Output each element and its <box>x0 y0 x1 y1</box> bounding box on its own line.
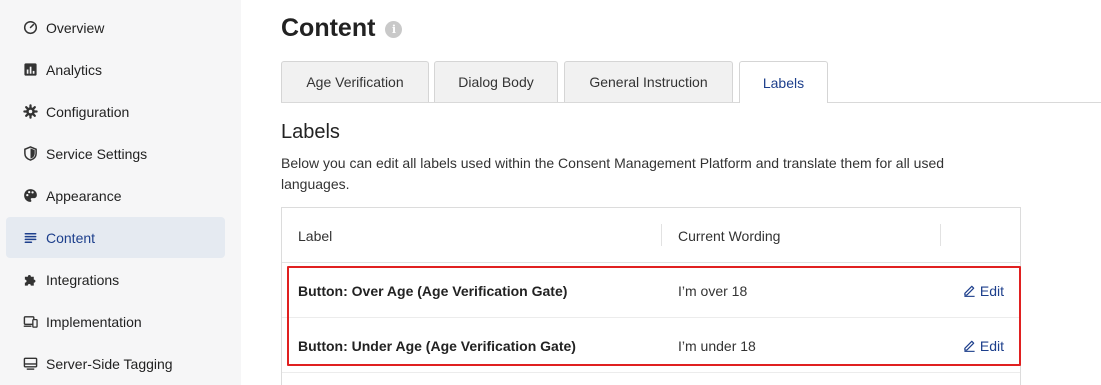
sidebar-item-label: Configuration <box>46 103 130 120</box>
sidebar-item-label: Content <box>46 229 96 246</box>
tab-dialog-body[interactable]: Dialog Body <box>434 61 558 102</box>
sidebar-item-appearance[interactable]: Appearance <box>6 175 225 216</box>
section-title: Labels <box>281 121 340 143</box>
tab-labels[interactable]: Labels <box>739 61 828 103</box>
sidebar-item-content[interactable]: Content <box>6 217 225 258</box>
sidebar-item-label: Overview <box>46 19 105 36</box>
sidebar-item-label: Service Settings <box>46 145 148 162</box>
table-row: Button: Over Age (Age Verification Gate)… <box>282 263 1020 318</box>
palette-icon <box>22 188 38 204</box>
gear-icon <box>22 104 38 120</box>
sidebar-item-integrations[interactable]: Integrations <box>6 259 225 300</box>
pencil-icon <box>964 285 975 297</box>
lines-icon <box>22 230 38 246</box>
sidebar-item-label: Analytics <box>46 61 103 78</box>
edit-button[interactable]: Edit <box>963 263 1004 318</box>
page-title: Content i <box>281 14 403 43</box>
page-title-text: Content <box>281 14 376 42</box>
row-wording: I’m under 18 <box>678 337 756 354</box>
sidebar-item-server-side-tagging[interactable]: Server-Side Tagging <box>6 343 225 384</box>
sidebar-item-analytics[interactable]: Analytics <box>6 49 225 90</box>
sidebar-item-implementation[interactable]: Implementation <box>6 301 225 342</box>
edit-button[interactable]: Edit <box>963 318 1004 373</box>
table-row: Button: Under Age (Age Verification Gate… <box>282 318 1020 373</box>
bar-chart-icon <box>22 62 38 78</box>
devices-icon <box>22 314 38 330</box>
sidebar-item-label: Implementation <box>46 313 142 330</box>
sidebar-item-label: Integrations <box>46 271 120 288</box>
row-label: Button: Over Age (Age Verification Gate) <box>298 282 568 299</box>
column-divider <box>661 224 662 246</box>
tab-age-verification[interactable]: Age Verification <box>281 61 429 102</box>
edit-label: Edit <box>979 337 1004 354</box>
row-wording: I’m over 18 <box>678 282 748 299</box>
tab-bar: Age Verification Dialog Body General Ins… <box>281 61 1101 103</box>
column-header-label: Label <box>298 227 333 244</box>
sidebar-item-overview[interactable]: Overview <box>6 7 225 48</box>
main-content: Content i Age Verification Dialog Body G… <box>241 0 1101 385</box>
sidebar-item-service-settings[interactable]: Service Settings <box>6 133 225 174</box>
labels-table: Label Current Wording Button: Over Age (… <box>281 207 1021 385</box>
pencil-icon <box>964 340 975 352</box>
column-header-current-wording: Current Wording <box>678 227 781 244</box>
tab-general-instruction[interactable]: General Instruction <box>564 61 733 102</box>
shield-icon <box>22 146 38 162</box>
sidebar-item-label: Server-Side Tagging <box>46 355 173 372</box>
info-icon[interactable]: i <box>385 21 403 38</box>
table-header: Label Current Wording <box>282 208 1020 263</box>
sidebar: Overview Analytics Configuration Service… <box>0 0 241 385</box>
server-icon <box>22 356 38 372</box>
puzzle-icon <box>22 272 38 288</box>
sidebar-item-configuration[interactable]: Configuration <box>6 91 225 132</box>
section-description: Below you can edit all labels used withi… <box>281 155 945 192</box>
row-label: Button: Under Age (Age Verification Gate… <box>298 337 576 354</box>
column-divider <box>940 224 941 246</box>
speedometer-icon <box>22 20 38 36</box>
sidebar-item-label: Appearance <box>46 187 122 204</box>
edit-label: Edit <box>979 282 1004 299</box>
